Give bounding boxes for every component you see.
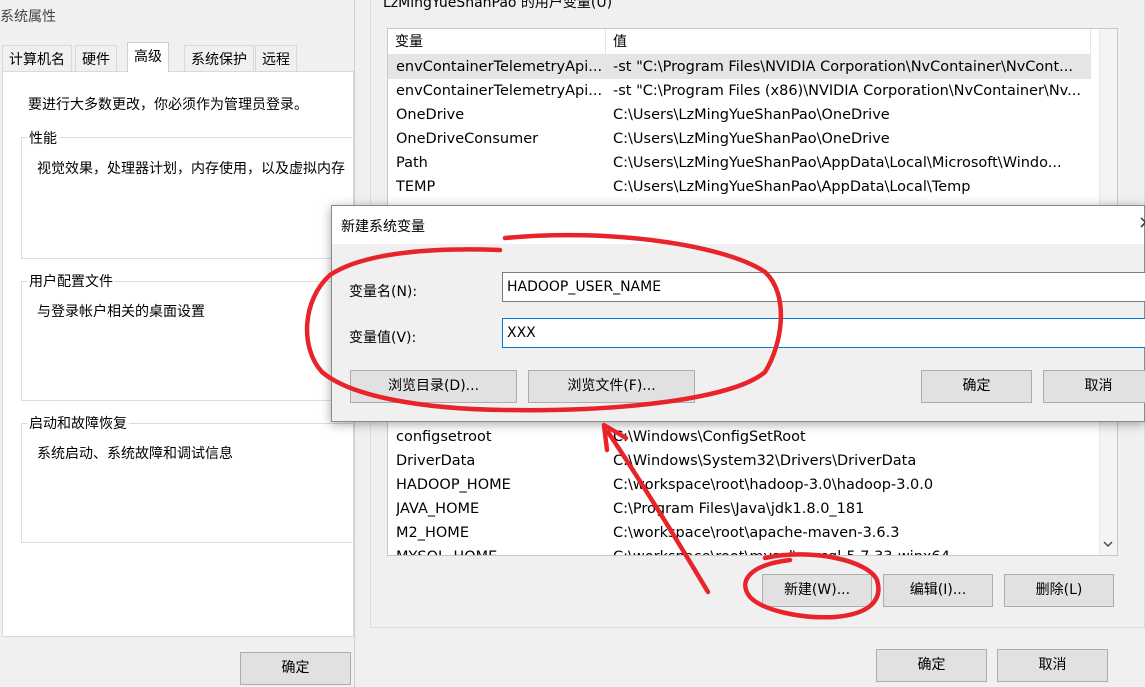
admin-note: 要进行大多数更改，你必须作为管理员登录。 (28, 97, 308, 113)
var-name: configsetroot (396, 429, 492, 445)
new-system-variable-dialog: 新建系统变量 × 变量名(N): HADOOP_USER_NAME 变量值(V)… (331, 205, 1145, 422)
list-item[interactable]: TEMP C:\Users\LzMingYueShanPao\AppData\L… (388, 175, 1091, 199)
var-value: C:\workspace\root\mysql\mysql-5.7.33-win… (613, 545, 1085, 555)
var-name: OneDrive (396, 107, 465, 123)
var-value: C:\Users\LzMingYueShanPao\AppData\Local\… (613, 179, 971, 195)
browse-file-button[interactable]: 浏览文件(F)... (528, 370, 695, 403)
window-title: 系统属性 (0, 9, 56, 25)
list-item[interactable]: OneDrive C:\Users\LzMingYueShanPao\OneDr… (388, 103, 1091, 127)
sysprops-ok-button[interactable]: 确定 (240, 652, 351, 685)
tab-advanced[interactable]: 高级 (127, 42, 169, 72)
dialog-ok-button[interactable]: 确定 (921, 370, 1032, 403)
list-item[interactable]: JAVA_HOME C:\Program Files\Java\jdk1.8.0… (388, 497, 1091, 521)
var-name: envContainerTelemetryApi... (396, 59, 603, 75)
performance-group-title: 性能 (27, 128, 59, 148)
new-variable-button[interactable]: 新建(W)... (762, 574, 872, 607)
list-item[interactable]: envContainerTelemetryApi... -st "C:\Prog… (388, 55, 1091, 79)
dialog-titlebar: 新建系统变量 × (332, 206, 1145, 244)
user-profiles-group (21, 281, 361, 401)
variable-name-label: 变量名(N): (349, 284, 418, 300)
list-item[interactable]: configsetroot C:\Windows\ConfigSetRoot (388, 425, 1091, 449)
var-value: C:\Users\LzMingYueShanPao\AppData\Local\… (613, 155, 1062, 171)
list-item[interactable]: DriverData C:\Windows\System32\Drivers\D… (388, 449, 1091, 473)
var-name: Path (396, 155, 428, 171)
tab-hardware[interactable]: 硬件 (75, 45, 117, 71)
var-name: M2_HOME (396, 525, 469, 541)
delete-variable-button[interactable]: 删除(L) (1004, 574, 1114, 607)
startup-recovery-desc: 系统启动、系统故障和调试信息 (37, 446, 233, 462)
column-header-name[interactable]: 变量 (388, 29, 606, 55)
list-item[interactable]: HADOOP_HOME C:\workspace\root\hadoop-3.0… (388, 473, 1091, 497)
list-item[interactable]: Path C:\Users\LzMingYueShanPao\AppData\L… (388, 151, 1091, 175)
tab-remote[interactable]: 远程 (255, 45, 297, 71)
user-profiles-group-title: 用户配置文件 (27, 271, 115, 291)
var-name: HADOOP_HOME (396, 477, 511, 493)
var-value: -st "C:\Program Files (x86)\NVIDIA Corpo… (613, 83, 1081, 99)
variable-value-label: 变量值(V): (349, 330, 417, 346)
user-profiles-desc: 与登录帐户相关的桌面设置 (37, 304, 205, 320)
var-value: C:\Windows\System32\Drivers\DriverData (613, 453, 917, 469)
var-name: JAVA_HOME (396, 501, 480, 517)
tab-system-protection[interactable]: 系统保护 (184, 45, 254, 71)
var-value: C:\Users\LzMingYueShanPao\OneDrive (613, 131, 890, 147)
var-value: C:\workspace\root\hadoop-3.0\hadoop-3.0.… (613, 477, 934, 493)
var-value: C:\workspace\root\apache-maven-3.6.3 (613, 525, 900, 541)
env-ok-button[interactable]: 确定 (876, 649, 987, 682)
system-properties-window: 系统属性 计算机名 硬件 高级 系统保护 远程 要进行大多数更改，你必须作为管理… (0, 0, 361, 687)
list-item[interactable]: MYSQL_HOME C:\workspace\root\mysql\mysql… (388, 545, 1091, 555)
list-item[interactable]: M2_HOME C:\workspace\root\apache-maven-3… (388, 521, 1091, 545)
dialog-title: 新建系统变量 (341, 219, 425, 235)
var-name: TEMP (396, 179, 436, 195)
startup-recovery-group (21, 423, 361, 543)
var-value: -st "C:\Program Files\NVIDIA Corporation… (613, 59, 1073, 75)
var-value: C:\Users\LzMingYueShanPao\OneDrive (613, 107, 890, 123)
performance-desc: 视觉效果，处理器计划，内存使用，以及虚拟内存 (37, 161, 345, 177)
list-item[interactable]: OneDriveConsumer C:\Users\LzMingYueShanP… (388, 127, 1091, 151)
var-name: MYSQL_HOME (396, 545, 606, 555)
edit-variable-button[interactable]: 编辑(I)... (883, 574, 993, 607)
list-item[interactable]: envContainerTelemetryApi... -st "C:\Prog… (388, 79, 1091, 103)
startup-recovery-group-title: 启动和故障恢复 (27, 413, 129, 433)
env-cancel-button[interactable]: 取消 (997, 649, 1108, 682)
var-name: envContainerTelemetryApi... (396, 83, 603, 99)
user-variables-title: LzMingYueShanPao 的用户变量(U) (380, 0, 616, 12)
variable-name-field[interactable]: HADOOP_USER_NAME (502, 272, 1145, 302)
browse-directory-button[interactable]: 浏览目录(D)... (350, 370, 517, 403)
chevron-down-icon[interactable] (1103, 538, 1113, 551)
var-value: C:\Windows\ConfigSetRoot (613, 429, 806, 445)
var-name: DriverData (396, 453, 476, 469)
column-header-value[interactable]: 值 (606, 29, 1091, 55)
dialog-cancel-button[interactable]: 取消 (1043, 370, 1145, 403)
var-value: C:\Program Files\Java\jdk1.8.0_181 (613, 501, 865, 517)
close-icon[interactable]: × (1138, 212, 1145, 233)
tab-computer-name[interactable]: 计算机名 (2, 45, 72, 71)
var-name: OneDriveConsumer (396, 131, 539, 147)
variable-value-field[interactable]: XXX (502, 318, 1145, 348)
performance-group (21, 137, 361, 259)
